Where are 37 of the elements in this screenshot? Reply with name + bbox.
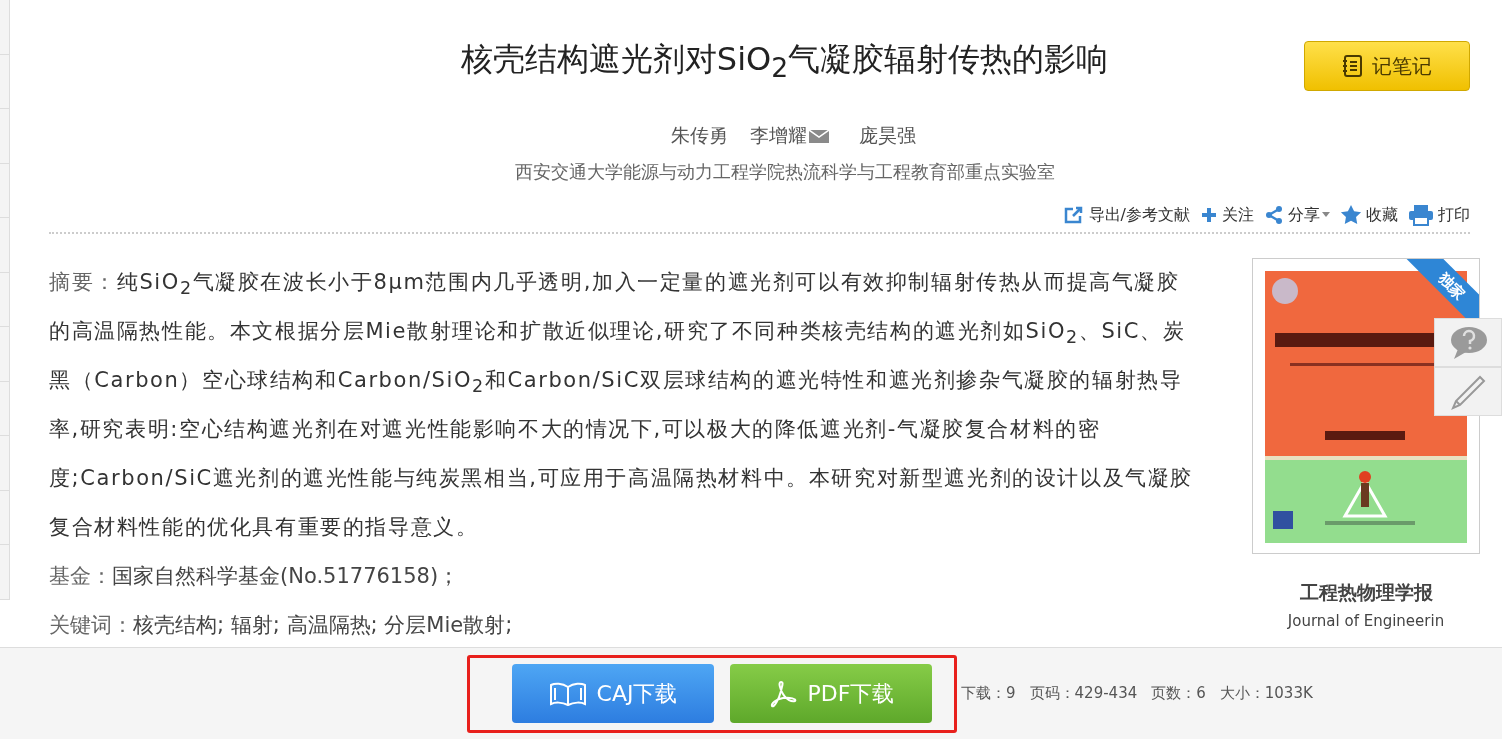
book-icon <box>548 681 587 706</box>
author-link[interactable]: 李增耀 <box>750 123 807 149</box>
toolbar-link[interactable]: 关注 <box>1200 204 1254 226</box>
stat-text: 页码：429-434 <box>1029 684 1138 703</box>
journal-english-name: Journal of Engineerin <box>1287 612 1445 630</box>
keyword-link[interactable]: 高温隔热; <box>286 613 378 637</box>
fund-label: 基金： <box>49 564 112 588</box>
affiliation-link[interactable]: 西安交通大学能源与动力工程学院热流科学与工程教育部重点实验室 <box>99 154 1470 190</box>
stat-text: 大小：1033K <box>1219 684 1313 703</box>
question-button[interactable] <box>1434 318 1502 367</box>
edit-button[interactable] <box>1434 367 1502 416</box>
keywords-label: 关键词： <box>49 613 133 637</box>
abstract-paragraph: 摘要：纯SiO$_{2}$气凝胶在波长小于8μm范围内几乎透明,加入一定量的遮光剂可以有效抑制辐射传热从而提高气凝胶的高温隔热性能。本文根据分层Mie散射理论和扩散近似理论,研究了不同种类核壳结构的遮光剂如SiO$_{2}$、SiC、炭黑（Carbon）空心球结构和Carbon/SiO$_{2}$和Carbon/SiC双层球结构的遮光特性和遮光剂掺杂气凝胶的辐射热导率,研究表明:空心结构遮光剂在对遮光性能影响不大的情况下,可以极大的降低遮光剂-气凝胶复合材料的密度;Carbon/SiC遮光剂的遮光性能与纯炭黑相当,可应用于高温隔热材料中。本研究对新型遮光剂的设计以及气凝胶复合材料性能的优化具有重要的指导意义。 <box>49 269 1194 541</box>
fund-link[interactable]: 国家自然科学基金(No.51776158)； <box>112 564 460 588</box>
export-icon <box>1062 205 1085 225</box>
notebook-icon <box>1342 54 1364 78</box>
pencil-icon <box>1450 373 1486 410</box>
plus-icon <box>1200 206 1218 224</box>
toolbar-link[interactable]: 打印 <box>1408 204 1470 226</box>
toolbar-link[interactable]: 收藏 <box>1340 204 1398 226</box>
author-link[interactable]: 朱传勇 <box>671 123 728 149</box>
printer-icon <box>1408 204 1434 226</box>
share-icon <box>1264 205 1284 225</box>
star-icon <box>1340 204 1362 226</box>
toolbar-link[interactable]: 分享 <box>1264 204 1330 226</box>
keyword-link[interactable]: 分层Mie散射; <box>384 613 513 637</box>
journal-name-link[interactable]: 工程热物理学报 <box>1299 580 1433 606</box>
article-title: 核壳结构遮光剂对SiO$_{2}$气凝胶辐射传热的影响 <box>460 39 1109 86</box>
note-button[interactable]: 记笔记 <box>1304 41 1470 91</box>
keyword-link[interactable]: 辐射; <box>230 613 280 637</box>
question-bubble-icon <box>1448 325 1488 360</box>
author-link[interactable]: 庞昊强 <box>859 123 916 149</box>
keyword-link[interactable]: 核壳结构; <box>133 613 225 637</box>
stat-text: 页数：6 <box>1151 684 1206 703</box>
stat-text: 下载：9 <box>961 684 1016 703</box>
mail-icon[interactable] <box>809 129 829 143</box>
toolbar-link[interactable]: 导出/参考文献 <box>1062 204 1190 226</box>
